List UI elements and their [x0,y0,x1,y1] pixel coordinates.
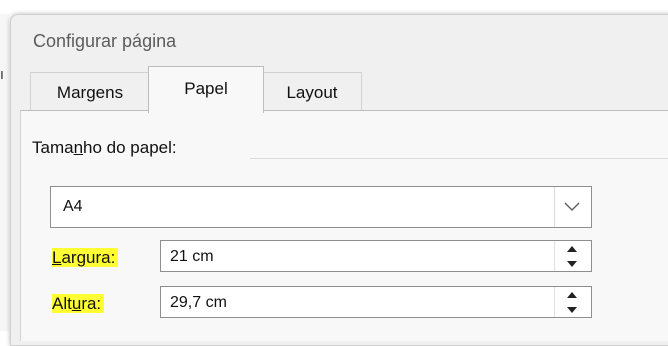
tab-label: Margens [56,83,124,102]
width-label-rest: argura: [61,248,116,267]
triangle-down-icon [567,306,577,313]
height-label-mnemonic: u [71,294,82,313]
paper-size-value: A4 [63,198,83,215]
height-label-pre: Alt [52,294,72,313]
dialog-title: Configurar página [33,31,177,51]
tab-margens[interactable]: Margens [30,72,150,111]
height-value: 29,7 cm [170,294,227,311]
height-label-rest: ra: [81,294,102,313]
paper-size-dropdown-button[interactable] [554,187,591,227]
paper-size-group-label: Tamanho do papel: [32,138,187,158]
tab-label: Layout [286,83,338,102]
triangle-up-icon [567,291,577,298]
background-partial-text: · [70,0,74,6]
tab-label: Papel [184,79,228,98]
height-label: Altura: [52,292,105,316]
height-decrement-button[interactable] [556,302,588,317]
height-input[interactable]: 29,7 cm [160,286,592,318]
width-decrement-button[interactable] [556,256,588,271]
height-increment-button[interactable] [556,287,588,302]
triangle-down-icon [567,260,577,267]
width-input[interactable]: 21 cm [160,240,592,272]
tab-layout[interactable]: Layout [262,72,362,111]
height-spinner [554,287,591,317]
triangle-up-icon [567,245,577,252]
chevron-down-icon [564,202,580,212]
width-spinner [554,241,591,271]
width-label: Largura: [52,246,119,270]
width-value: 21 cm [170,248,214,265]
group-divider [250,158,668,159]
background-cursor-mark: ı [0,67,4,83]
background-top [0,0,668,14]
tab-papel[interactable]: Papel [148,66,264,113]
width-increment-button[interactable] [556,241,588,256]
paper-size-select[interactable]: A4 [50,186,592,228]
